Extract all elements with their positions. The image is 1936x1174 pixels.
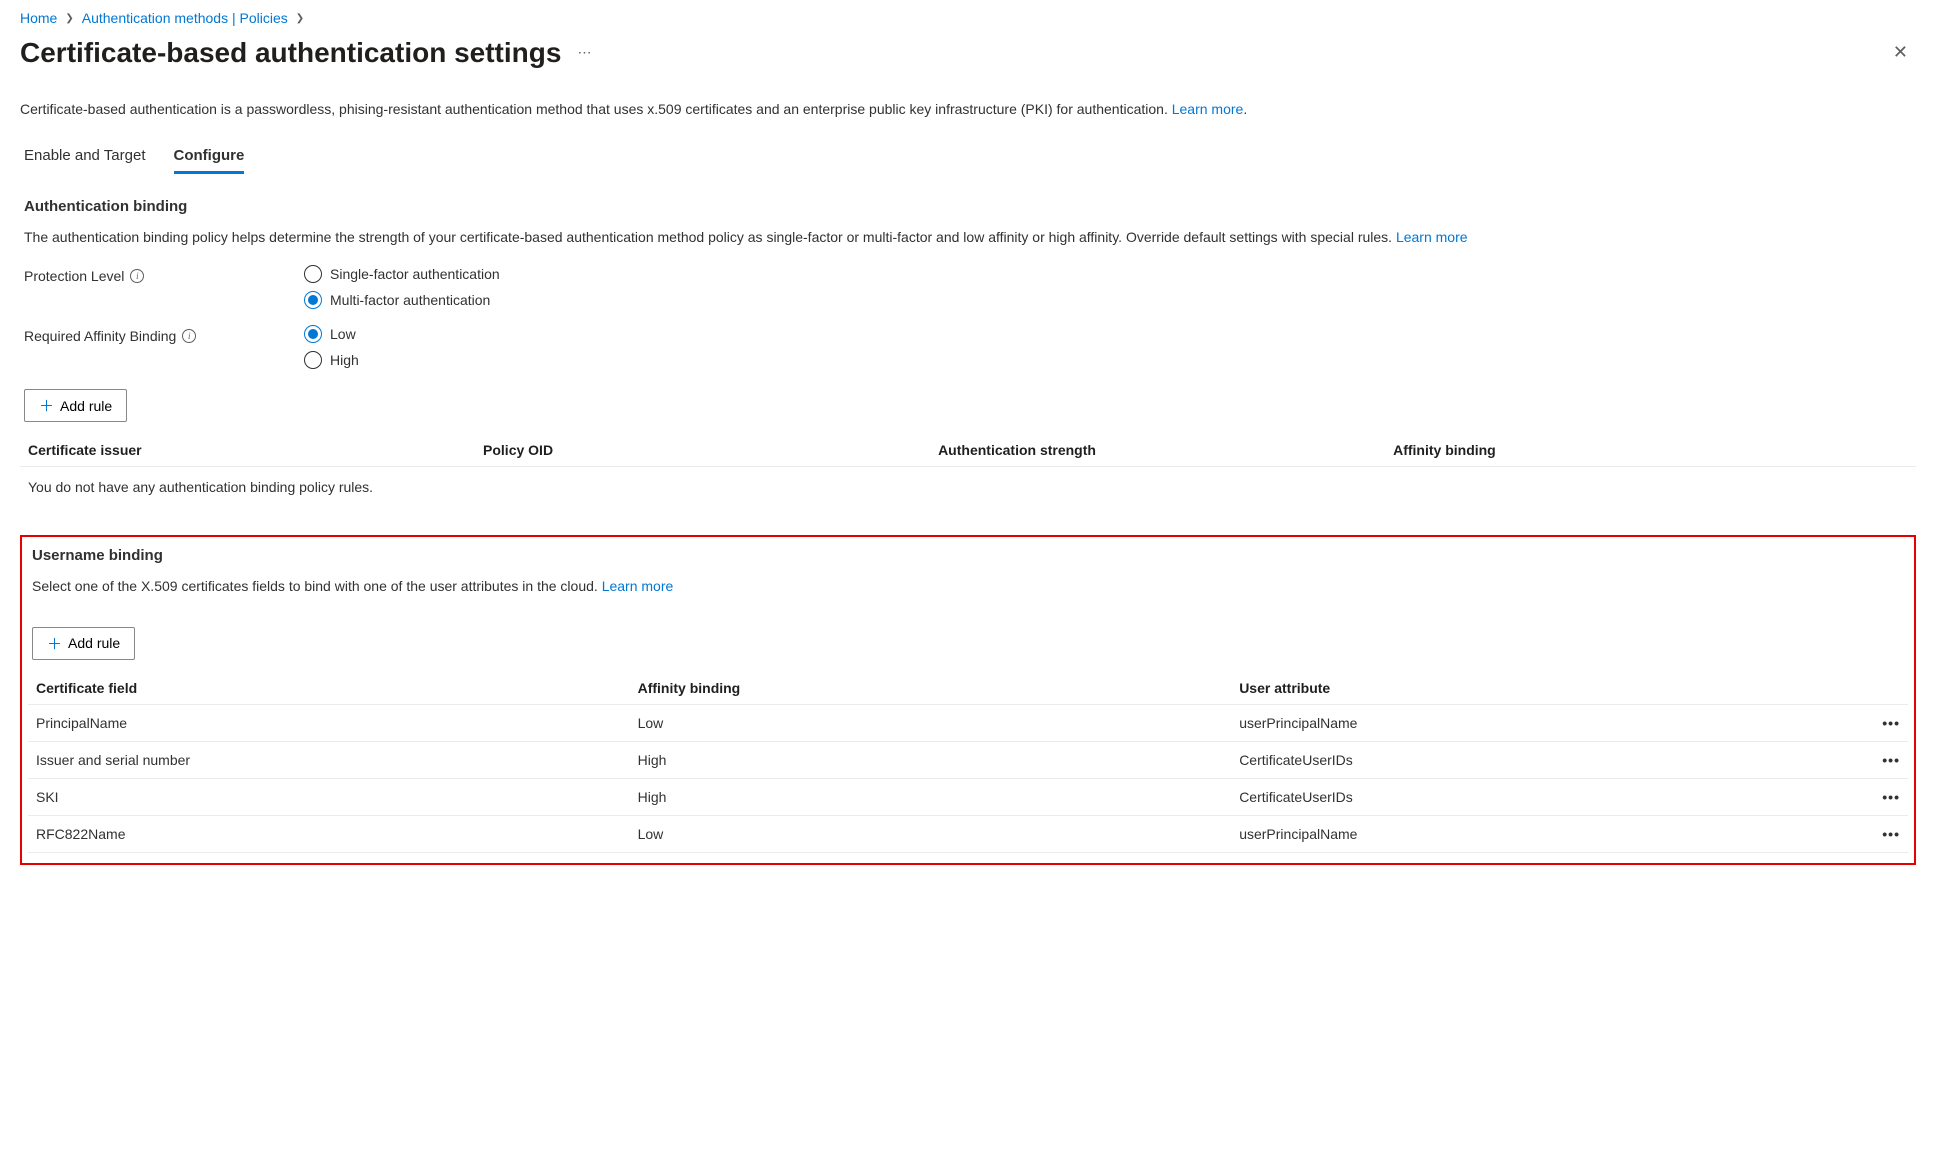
title-row: Certificate-based authentication setting… (20, 34, 1916, 71)
authentication-binding-section: Authentication binding The authenticatio… (20, 198, 1916, 507)
radio-icon (304, 291, 322, 309)
tab-configure[interactable]: Configure (174, 141, 245, 174)
col-affinity-binding: Affinity binding (630, 672, 1232, 705)
auth-binding-heading: Authentication binding (20, 198, 1916, 215)
plus-icon: ＋ (39, 395, 54, 416)
page-description: Certificate-based authentication is a pa… (20, 101, 1916, 117)
radio-icon (304, 325, 322, 343)
learn-more-link[interactable]: Learn more (1172, 101, 1244, 117)
affinity-binding-label: Required Affinity Binding i (24, 325, 304, 344)
description-text: Certificate-based authentication is a pa… (20, 101, 1172, 117)
info-icon[interactable]: i (182, 329, 196, 343)
page-title: Certificate-based authentication setting… (20, 37, 561, 69)
breadcrumb-auth-methods[interactable]: Authentication methods | Policies (82, 10, 288, 26)
username-binding-highlight: Username binding Select one of the X.509… (20, 535, 1916, 864)
breadcrumb: Home ❯ Authentication methods | Policies… (20, 10, 1916, 26)
chevron-right-icon: ❯ (65, 13, 73, 24)
table-row[interactable]: RFC822Name Low userPrincipalName ••• (28, 815, 1908, 852)
auth-binding-empty: You do not have any authentication bindi… (20, 467, 1916, 508)
table-row[interactable]: SKI High CertificateUserIDs ••• (28, 778, 1908, 815)
username-binding-heading: Username binding (28, 547, 1908, 564)
row-more-icon[interactable]: ••• (1868, 815, 1908, 852)
chevron-right-icon: ❯ (296, 13, 304, 24)
add-rule-button[interactable]: ＋ Add rule (32, 627, 135, 660)
username-binding-table: Certificate field Affinity binding User … (28, 672, 1908, 853)
add-rule-button[interactable]: ＋ Add rule (24, 389, 127, 422)
table-row[interactable]: Issuer and serial number High Certificat… (28, 741, 1908, 778)
tabs: Enable and Target Configure (20, 141, 1916, 174)
col-affinity-binding: Affinity binding (1385, 434, 1916, 467)
col-certificate-issuer: Certificate issuer (20, 434, 475, 467)
col-auth-strength: Authentication strength (930, 434, 1385, 467)
radio-affinity-low[interactable]: Low (304, 325, 359, 343)
username-binding-desc: Select one of the X.509 certificates fie… (28, 576, 1908, 596)
radio-icon (304, 265, 322, 283)
row-more-icon[interactable]: ••• (1868, 704, 1908, 741)
affinity-binding-radios: Low High (304, 325, 359, 369)
row-more-icon[interactable]: ••• (1868, 741, 1908, 778)
table-row[interactable]: PrincipalName Low userPrincipalName ••• (28, 704, 1908, 741)
title-more-menu[interactable]: ⋯ (573, 40, 596, 65)
radio-multi-factor[interactable]: Multi-factor authentication (304, 291, 500, 309)
col-certificate-field: Certificate field (28, 672, 630, 705)
affinity-binding-row: Required Affinity Binding i Low High (20, 325, 1916, 369)
col-policy-oid: Policy OID (475, 434, 930, 467)
col-user-attribute: User attribute (1231, 672, 1868, 705)
protection-level-label: Protection Level i (24, 265, 304, 284)
radio-affinity-high[interactable]: High (304, 351, 359, 369)
auth-binding-table: Certificate issuer Policy OID Authentica… (20, 434, 1916, 507)
row-more-icon[interactable]: ••• (1868, 778, 1908, 815)
auth-binding-desc: The authentication binding policy helps … (20, 227, 1916, 247)
learn-more-link[interactable]: Learn more (1396, 229, 1468, 245)
radio-single-factor[interactable]: Single-factor authentication (304, 265, 500, 283)
plus-icon: ＋ (47, 633, 62, 654)
breadcrumb-home[interactable]: Home (20, 10, 57, 26)
radio-icon (304, 351, 322, 369)
close-icon[interactable]: ✕ (1885, 34, 1916, 71)
info-icon[interactable]: i (130, 269, 144, 283)
protection-level-radios: Single-factor authentication Multi-facto… (304, 265, 500, 309)
tab-enable-and-target[interactable]: Enable and Target (24, 141, 146, 174)
protection-level-row: Protection Level i Single-factor authent… (20, 265, 1916, 309)
learn-more-link[interactable]: Learn more (602, 578, 674, 594)
